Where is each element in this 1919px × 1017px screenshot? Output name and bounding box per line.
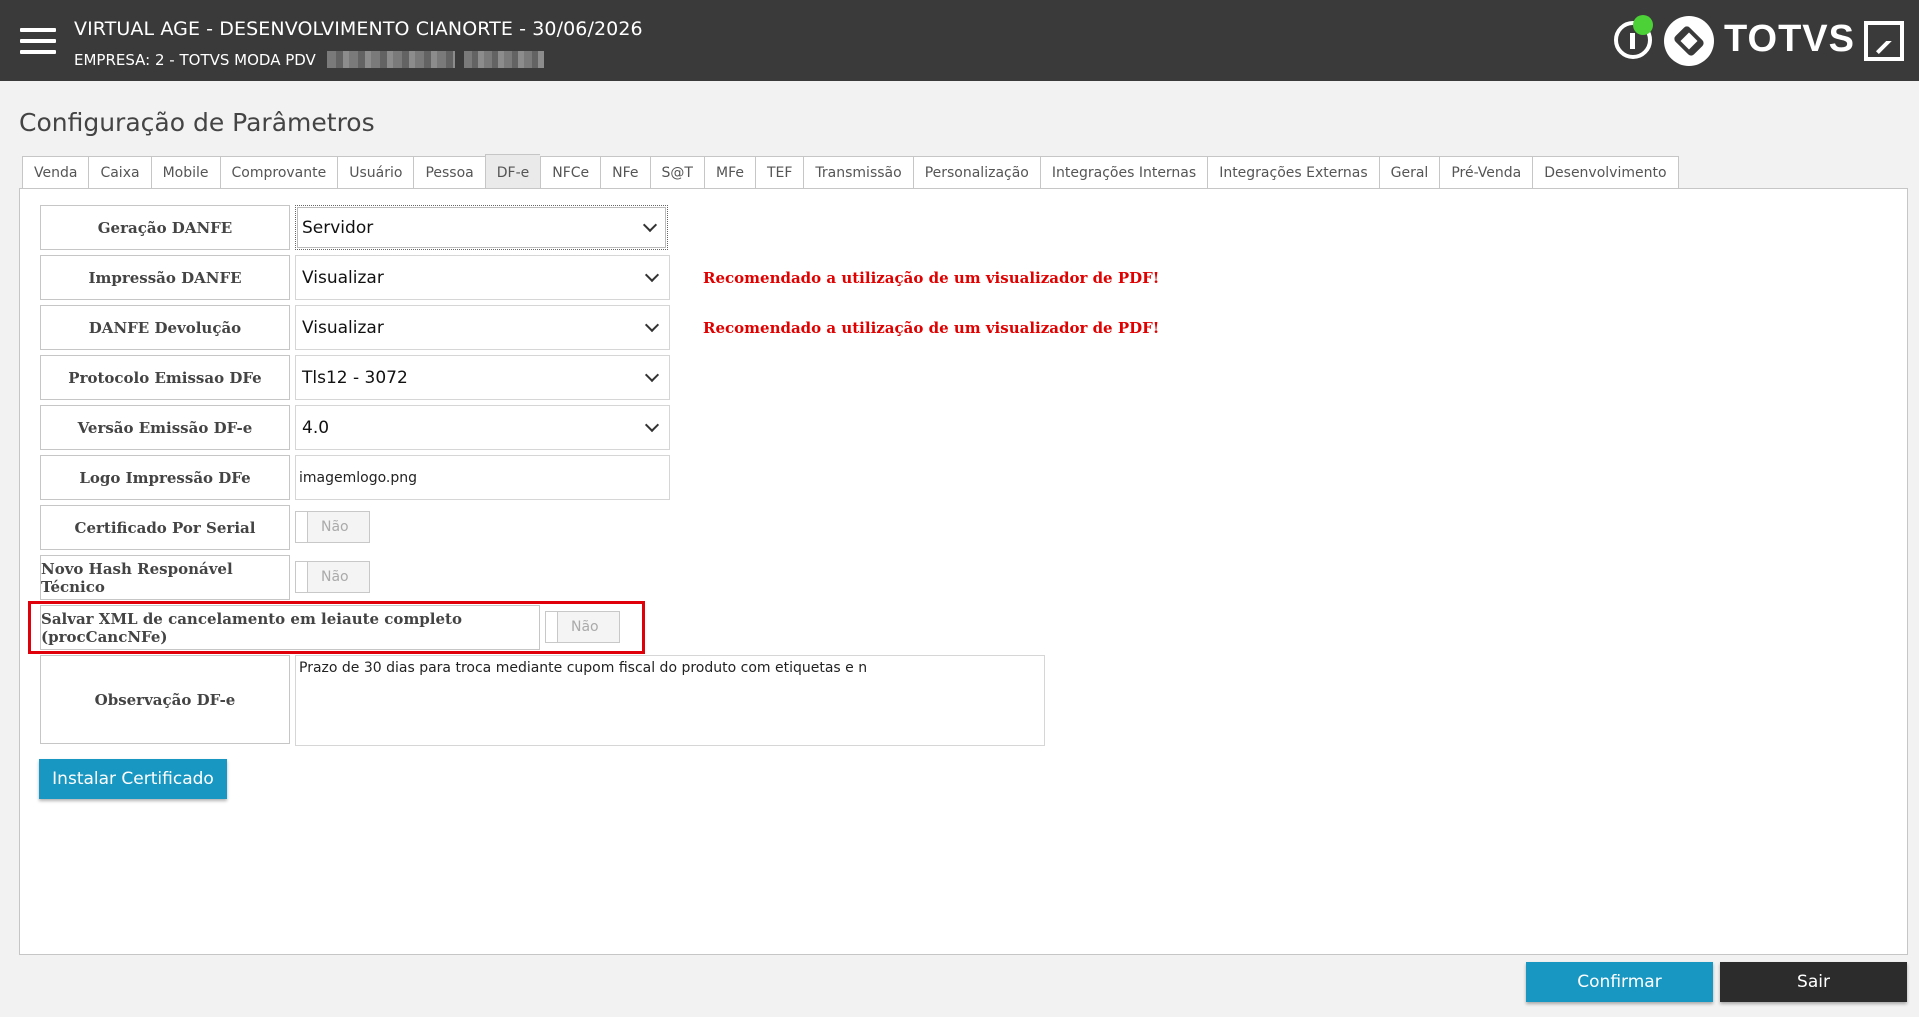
tab-transmissao[interactable]: Transmissão [803,156,913,190]
tab-caixa[interactable]: Caixa [88,156,151,190]
totvs-logo-icon [1664,16,1714,66]
versao-label: Versão Emissão DF-e [40,405,290,450]
tab-mfe[interactable]: MFe [703,156,755,190]
cert-serial-label: Certificado Por Serial [40,505,290,550]
impressao-danfe-value: Visualizar [302,267,384,288]
chevron-down-icon [644,367,660,383]
danfe-devolucao-label: DANFE Devolução [40,305,290,350]
cert-serial-toggle[interactable]: Não [295,511,370,543]
confirm-button[interactable]: Confirmar [1526,962,1713,1002]
novo-hash-value: Não [321,569,349,585]
tab-geral[interactable]: Geral [1378,156,1440,190]
hamburger-menu-icon[interactable] [20,28,56,54]
tab-integracoes-externas[interactable]: Integrações Externas [1207,156,1379,190]
geracao-danfe-label: Geração DANFE [40,205,290,250]
tab-comprovante[interactable]: Comprovante [219,156,338,190]
observacao-label: Observação DF-e [40,655,290,744]
logo-input[interactable]: imagemlogo.png [295,455,670,500]
protocolo-select[interactable]: Tls12 - 3072 [295,355,670,400]
danfe-devolucao-select[interactable]: Visualizar [295,305,670,350]
redacted-user-info-2 [464,51,544,68]
tab-nfe[interactable]: NFe [600,156,650,190]
impressao-danfe-label: Impressão DANFE [40,255,290,300]
page-title: Configuração de Parâmetros [19,108,375,137]
tab-usuario[interactable]: Usuário [337,156,414,190]
logo-label: Logo Impressão DFe [40,455,290,500]
impressao-danfe-select[interactable]: Visualizar [295,255,670,300]
brand-logo-text: TOTVS [1724,18,1855,60]
redacted-user-info [327,51,455,68]
danfe-devolucao-value: Visualizar [302,317,384,338]
chevron-down-icon [644,267,660,283]
tab-personalizacao[interactable]: Personalização [912,156,1040,190]
dfe-settings-panel: Geração DANFE Servidor Impressão DANFE V… [19,188,1908,955]
highlight-annotation-box [28,601,645,654]
tab-venda[interactable]: Venda [22,156,89,190]
observacao-textarea[interactable]: Prazo de 30 dias para troca mediante cup… [295,655,1045,746]
install-certificate-button[interactable]: Instalar Certificado [39,759,227,799]
tab-sat[interactable]: S@T [649,156,704,190]
tab-bar: Venda Caixa Mobile Comprovante Usuário P… [22,154,1679,190]
chevron-down-icon [644,417,660,433]
toggle-knob [296,562,308,592]
novo-hash-toggle[interactable]: Não [295,561,370,593]
tab-nfce[interactable]: NFCe [540,156,601,190]
versao-select[interactable]: 4.0 [295,405,670,450]
app-header: VIRTUAL AGE - DESENVOLVIMENTO CIANORTE -… [0,0,1919,81]
company-label: EMPRESA: 2 - TOTVS MODA PDV [74,51,316,69]
versao-value: 4.0 [302,417,330,438]
geracao-danfe-select[interactable]: Servidor [295,205,668,250]
exit-button[interactable]: Sair [1720,962,1907,1002]
external-link-icon[interactable] [1864,21,1904,61]
geracao-danfe-value: Servidor [302,217,374,238]
protocolo-label: Protocolo Emissao DFe [40,355,290,400]
toggle-knob [296,512,308,542]
impressao-danfe-warning: Recomendado a utilização de um visualiza… [703,269,1160,287]
tab-dfe[interactable]: DF-e [484,154,541,190]
chevron-down-icon [642,217,658,233]
tab-pessoa[interactable]: Pessoa [413,156,485,190]
tab-tef[interactable]: TEF [754,156,804,190]
tab-integracoes-internas[interactable]: Integrações Internas [1039,156,1208,190]
online-status-icon [1633,15,1653,35]
novo-hash-label: Novo Hash Responável Técnico [40,555,290,600]
protocolo-value: Tls12 - 3072 [302,367,408,388]
tab-mobile[interactable]: Mobile [150,156,220,190]
chevron-down-icon [644,317,660,333]
tab-desenvolvimento[interactable]: Desenvolvimento [1532,156,1679,190]
cert-serial-value: Não [321,519,349,535]
tab-pre-venda[interactable]: Pré-Venda [1439,156,1533,190]
danfe-devolucao-warning: Recomendado a utilização de um visualiza… [703,319,1160,337]
app-title: VIRTUAL AGE - DESENVOLVIMENTO CIANORTE -… [74,18,643,40]
